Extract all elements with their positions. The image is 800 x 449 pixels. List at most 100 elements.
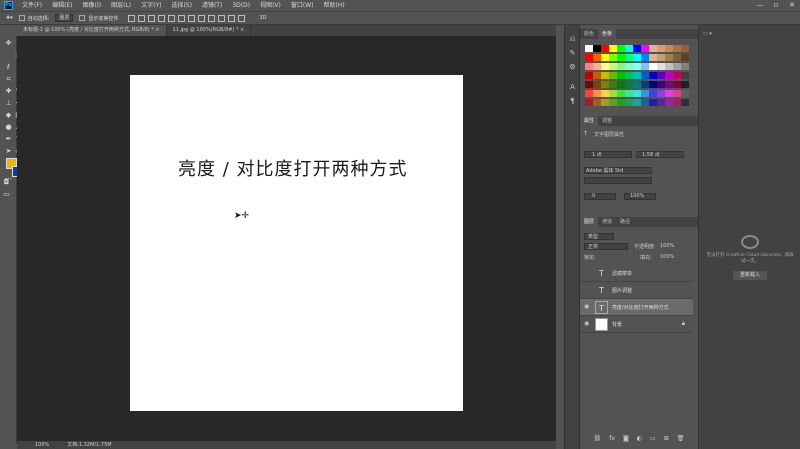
distribute-bottom-icon[interactable] [208, 14, 216, 22]
color-swatch[interactable] [601, 81, 609, 88]
color-swatch[interactable] [609, 99, 617, 106]
tab-close-icon[interactable]: × [240, 27, 244, 33]
color-swatch[interactable] [609, 72, 617, 79]
color-swatch[interactable] [649, 90, 657, 97]
menu-window[interactable]: 窗口(W) [286, 0, 319, 11]
color-swatch[interactable] [681, 81, 689, 88]
color-swatch[interactable] [673, 99, 681, 106]
color-swatch[interactable] [593, 63, 601, 70]
menu-view[interactable]: 视图(V) [255, 0, 286, 11]
adjustment-layer-icon[interactable]: ◐ [637, 435, 642, 445]
document-canvas[interactable]: 亮度 / 对比度打开两种方式 [130, 75, 463, 411]
crop-tool-icon[interactable]: ⌗ [4, 75, 13, 84]
color-swatch[interactable] [641, 54, 649, 61]
menu-filter[interactable]: 滤镜(T) [197, 0, 227, 11]
menu-3d[interactable]: 3D(D) [227, 0, 255, 11]
color-swatch[interactable] [585, 72, 593, 79]
eye-icon[interactable]: ◉ [584, 303, 589, 310]
color-swatch[interactable] [673, 45, 681, 52]
align-right-icon[interactable] [178, 14, 186, 22]
layer-name[interactable]: 亮度/对比度打开两种方式 [612, 304, 669, 311]
color-swatch[interactable] [585, 63, 593, 70]
color-swatch[interactable] [585, 45, 593, 52]
color-swatch[interactable] [593, 81, 601, 88]
layer-row[interactable]: T 图片调整 [580, 282, 693, 299]
align-hcenter-icon[interactable] [168, 14, 176, 22]
color-swatch[interactable] [633, 54, 641, 61]
tab-11-jpg[interactable]: 11.jpg @ 100%(RGB/8#) * × [167, 25, 252, 36]
color-swatch[interactable] [673, 54, 681, 61]
layer-style-icon[interactable]: fx [609, 435, 615, 445]
color-swatch[interactable] [601, 45, 609, 52]
tab-untitled-1[interactable]: 未标题-1 @ 100% (亮度 / 对比度打开两种方式, RGB/8) * × [17, 25, 167, 36]
color-swatch[interactable] [633, 99, 641, 106]
minimize-button[interactable]: — [752, 0, 768, 11]
color-swatch[interactable] [657, 90, 665, 97]
color-swatch[interactable] [657, 54, 665, 61]
color-swatch[interactable] [673, 63, 681, 70]
color-swatch[interactable] [641, 45, 649, 52]
tab-layers[interactable]: 图层 [580, 217, 599, 227]
color-swatch[interactable] [601, 90, 609, 97]
color-swatch[interactable] [649, 99, 657, 106]
delete-layer-icon[interactable]: 🗑︎ [677, 435, 685, 445]
layer-row[interactable]: T 滤镜菜单 [580, 265, 693, 282]
link-layers-icon[interactable]: ⛓ [594, 435, 602, 445]
paragraph-panel-icon[interactable]: ¶ [568, 97, 577, 106]
color-swatch[interactable] [633, 63, 641, 70]
color-swatch[interactable] [593, 45, 601, 52]
brushes-panel-icon[interactable]: ⚙ [568, 63, 577, 72]
align-left-icon[interactable] [158, 14, 166, 22]
menu-help[interactable]: 帮助(H) [319, 0, 350, 11]
color-swatch[interactable] [593, 90, 601, 97]
menu-select[interactable]: 选择(S) [166, 0, 197, 11]
color-swatch[interactable] [673, 90, 681, 97]
color-swatch[interactable] [625, 90, 633, 97]
color-swatch[interactable] [609, 45, 617, 52]
color-swatch[interactable] [593, 72, 601, 79]
color-swatch[interactable] [609, 90, 617, 97]
color-swatch[interactable] [617, 54, 625, 61]
color-swatch[interactable] [681, 72, 689, 79]
color-swatch[interactable] [585, 99, 593, 106]
color-swatch[interactable] [633, 72, 641, 79]
lasso-tool-icon[interactable]: ℓ [4, 63, 13, 72]
color-swatch[interactable] [625, 99, 633, 106]
color-swatch[interactable] [665, 90, 673, 97]
color-swatch[interactable] [609, 63, 617, 70]
color-swatch[interactable] [657, 45, 665, 52]
zoom-level[interactable]: 100% [35, 441, 49, 449]
layer-name[interactable]: 背景 [612, 321, 622, 328]
3d-mode-icon[interactable]: 3D [259, 15, 266, 21]
swatches-grid[interactable] [585, 45, 691, 125]
auto-select-checkbox[interactable] [18, 14, 27, 22]
distribute-right-icon[interactable] [238, 14, 246, 22]
clone-stamp-tool-icon[interactable]: ⊥ [4, 99, 13, 108]
move-tool-icon[interactable]: ✥ [4, 39, 13, 48]
character-panel-icon[interactable]: A [568, 83, 577, 92]
menu-image[interactable]: 图像(I) [78, 0, 106, 11]
color-swatch[interactable] [673, 81, 681, 88]
color-swatch[interactable] [609, 81, 617, 88]
color-swatch[interactable] [617, 90, 625, 97]
color-swatch[interactable] [657, 63, 665, 70]
color-swatch[interactable] [657, 72, 665, 79]
layer-row[interactable]: ◉ 背景 🔒︎ [580, 316, 693, 333]
distribute-left-icon[interactable] [218, 14, 226, 22]
color-swatch[interactable] [617, 81, 625, 88]
align-bottom-icon[interactable] [148, 14, 156, 22]
color-swatch[interactable] [641, 90, 649, 97]
color-swatch[interactable] [649, 81, 657, 88]
tracking-field[interactable] [584, 193, 616, 200]
add-mask-icon[interactable]: ◙ [623, 435, 629, 445]
color-swatch[interactable] [665, 81, 673, 88]
color-swatch[interactable] [617, 99, 625, 106]
color-swatch[interactable] [665, 99, 673, 106]
color-swatch[interactable] [665, 54, 673, 61]
color-swatch[interactable] [617, 63, 625, 70]
color-swatch[interactable] [657, 99, 665, 106]
layer-name[interactable]: 滤镜菜单 [612, 270, 632, 277]
color-swatch[interactable] [657, 81, 665, 88]
tab-color[interactable]: 颜色 [580, 29, 598, 39]
color-swatch[interactable] [641, 81, 649, 88]
